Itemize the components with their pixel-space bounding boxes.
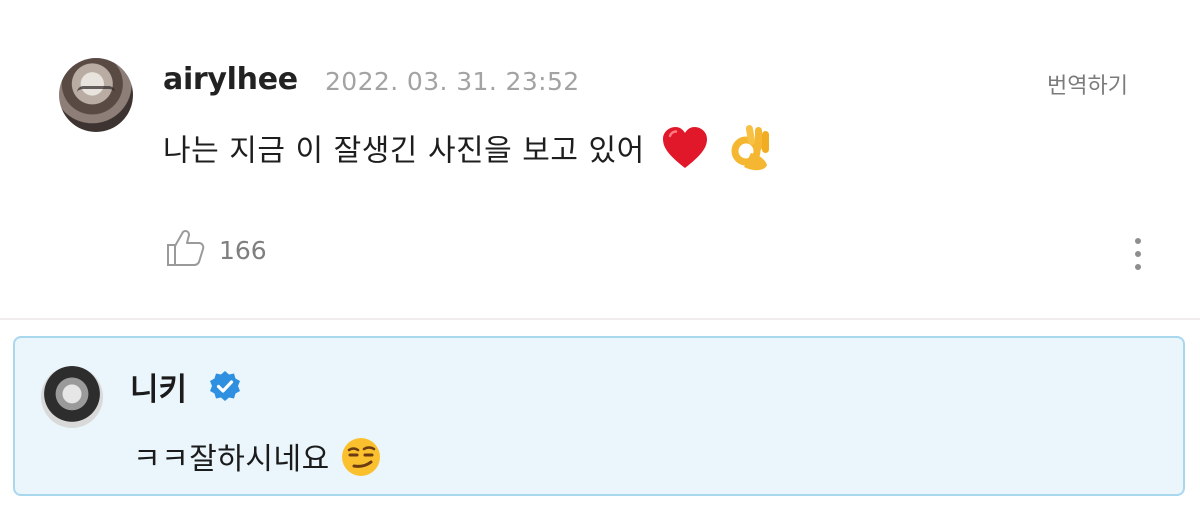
thumbs-up-icon[interactable] [165, 229, 205, 271]
translate-button[interactable]: 번역하기 [1047, 68, 1128, 100]
section-divider [0, 318, 1200, 320]
like-count: 166 [219, 235, 267, 265]
comment-body: 나는 지금 이 잘생긴 사진을 보고 있어 [163, 123, 773, 181]
more-options-icon[interactable] [1130, 236, 1146, 272]
like-row: 166 [165, 230, 267, 270]
comment-item: airylhee 2022. 03. 31. 23:52 번역하기 나는 지금 … [0, 0, 1200, 318]
user-avatar[interactable] [59, 58, 133, 132]
avatar-photo-detail [77, 86, 115, 99]
smirk-emoji-icon [340, 436, 382, 486]
comment-text: 나는 지금 이 잘생긴 사진을 보고 있어 [163, 133, 645, 169]
heart-emoji-icon [661, 126, 709, 178]
artist-reply: 니키 ㅋㅋ잘하시네요 [13, 336, 1185, 496]
reply-avatar[interactable] [41, 366, 103, 428]
comment-timestamp: 2022. 03. 31. 23:52 [325, 67, 580, 96]
reply-body: ㅋㅋ잘하시네요 [133, 434, 382, 486]
ok-hand-emoji-icon [729, 123, 773, 181]
reply-username[interactable]: 니키 [130, 364, 187, 409]
comment-username[interactable]: airylhee [163, 62, 298, 97]
comment-thread: airylhee 2022. 03. 31. 23:52 번역하기 나는 지금 … [0, 0, 1200, 531]
reply-text: ㅋㅋ잘하시네요 [133, 442, 330, 477]
verified-badge-icon [208, 370, 242, 404]
